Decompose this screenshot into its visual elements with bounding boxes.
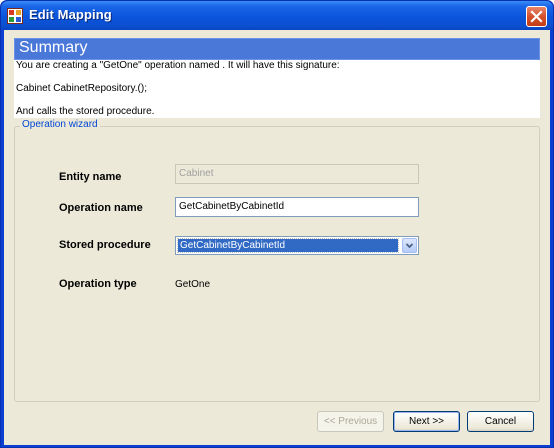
operation-name-label: Operation name — [59, 202, 143, 214]
edit-mapping-window: Edit Mapping Summary You are creating a … — [0, 0, 554, 448]
stored-procedure-select[interactable]: GetCabinetByCabinetId — [175, 236, 419, 255]
summary-body: You are creating a "GetOne" operation na… — [14, 60, 540, 118]
summary-line-2: Cabinet CabinetRepository.(); — [16, 83, 147, 94]
window-title: Edit Mapping — [29, 7, 112, 22]
dropdown-button[interactable] — [402, 238, 417, 253]
close-icon — [530, 10, 543, 23]
operation-name-field[interactable]: GetCabinetByCabinetId — [175, 197, 419, 217]
entity-name-value: Cabinet — [179, 168, 214, 179]
summary-header: Summary — [14, 38, 540, 60]
summary-heading: Summary — [19, 39, 88, 56]
summary-line-3: And calls the stored procedure. — [16, 106, 155, 117]
operation-type-label: Operation type — [59, 278, 137, 290]
next-button[interactable]: Next >> — [393, 411, 460, 432]
previous-button[interactable]: << Previous — [317, 411, 384, 432]
entity-name-label: Entity name — [59, 171, 122, 183]
dialog-client-area: Summary You are creating a "GetOne" oper… — [4, 30, 550, 445]
operation-wizard-legend: Operation wizard — [20, 119, 100, 130]
cancel-button[interactable]: Cancel — [467, 411, 534, 432]
title-bar[interactable]: Edit Mapping — [1, 1, 553, 30]
entity-name-field: Cabinet — [175, 164, 419, 184]
operation-type-value: GetOne — [175, 279, 211, 290]
operation-name-value: GetCabinetByCabinetId — [179, 201, 285, 212]
chevron-down-icon — [405, 243, 414, 249]
app-window-icon — [7, 8, 23, 24]
summary-line-1: You are creating a "GetOne" operation na… — [16, 60, 340, 71]
close-button[interactable] — [526, 6, 547, 27]
stored-procedure-selected: GetCabinetByCabinetId — [177, 238, 399, 253]
stored-procedure-label: Stored procedure — [59, 239, 151, 251]
